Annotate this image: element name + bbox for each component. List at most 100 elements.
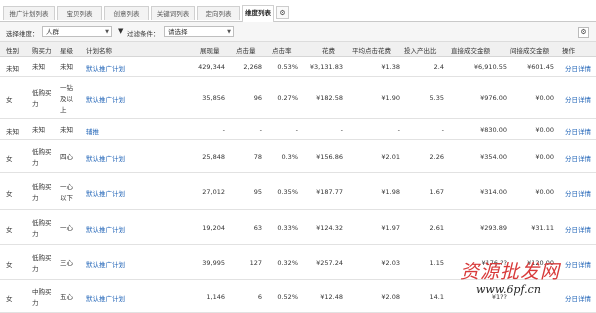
cell-plan[interactable]: 默认推广计划 — [86, 188, 125, 198]
cell-action[interactable]: 分日详情 — [565, 63, 591, 73]
table-row: 女 默认推广计划 19,204 63 0.33% ¥124.32 ¥1.97 2.61 ¥293… — [0, 210, 596, 245]
dimension-label: 选择维度： — [6, 30, 39, 38]
cell-impressions: 25,848 — [202, 152, 225, 161]
cell-indirect: ¥0.00 — [535, 187, 554, 196]
col-impressions[interactable]: 展现量 — [200, 45, 220, 55]
settings-gear-icon[interactable]: ⚙ — [578, 27, 589, 38]
col-ctr[interactable]: 点击率 — [272, 45, 292, 55]
cell-purchase: 力 — [32, 298, 39, 307]
filter-bar: 选择维度： 人群 ▼ ▼ 过滤条件： 请选择 ▼ ⚙ — [0, 22, 596, 42]
cell-plan[interactable]: 辅推 — [86, 126, 99, 136]
cell-roi: 1.67 — [429, 187, 444, 196]
cell-purchase: 低购买 — [32, 147, 52, 156]
cell-cost: ¥257.24 — [316, 258, 343, 267]
cell-clicks: 2,268 — [243, 62, 262, 71]
col-plan[interactable]: 计划名称 — [86, 45, 112, 55]
cell-plan[interactable]: 默认推广计划 — [86, 94, 125, 104]
cell-impressions: 1,146 — [206, 292, 225, 301]
chevron-down-icon: ▼ — [227, 29, 231, 35]
condition-select[interactable]: 请选择 ▼ — [164, 26, 234, 37]
cell-star: 未知 — [60, 126, 73, 134]
col-star[interactable]: 星级 — [60, 45, 73, 55]
cell-direct: ¥976.00 — [480, 94, 507, 102]
cell-action[interactable]: 分日详情 — [565, 153, 591, 163]
cell-cost: ¥3,131.83 — [309, 62, 343, 71]
table-header: 性别 购买力 星级 计划名称 展现量 点击量 点击率 花费 平均点击花费 投入产… — [0, 42, 596, 57]
col-indirect[interactable]: 间接成交金额 — [510, 45, 549, 55]
table-row: 女 默认推广计划 35,856 96 0.27% ¥182.58 ¥1.90 5.35 ¥976… — [0, 77, 596, 119]
col-cost[interactable]: 花费 — [322, 45, 335, 55]
cell-plan[interactable]: 默认推广计划 — [86, 153, 125, 163]
cell-cost: ¥182.58 — [316, 94, 343, 102]
cell-ctr: - — [295, 125, 298, 134]
cell-action[interactable]: 分日详情 — [565, 188, 591, 198]
col-roi[interactable]: 投入产出比 — [404, 45, 437, 55]
watermark-text: 资源批发网 — [460, 261, 561, 283]
cell-clicks: 78 — [253, 152, 262, 161]
cell-gender: 女 — [6, 294, 13, 303]
tab-targeting-list[interactable]: 定向列表 — [197, 6, 240, 20]
cell-purchase: 力 — [32, 229, 39, 238]
cell-star: 以下 — [60, 193, 73, 202]
cell-plan[interactable]: 默认推广计划 — [86, 224, 125, 234]
col-direct[interactable]: 直接成交金额 — [451, 45, 490, 55]
tab-dimension-list[interactable]: 维度列表 — [242, 5, 274, 22]
cell-action[interactable]: 分日详情 — [565, 293, 591, 303]
cell-action[interactable]: 分日详情 — [565, 94, 591, 104]
cell-action[interactable]: 分日详情 — [565, 126, 591, 136]
cell-star: 一心 — [60, 182, 73, 191]
cell-indirect: ¥0.00 — [535, 94, 554, 102]
cell-purchase: 低购买 — [32, 89, 52, 97]
gear-icon[interactable]: ⚙ — [276, 6, 289, 19]
col-cpc[interactable]: 平均点击花费 — [352, 45, 391, 55]
cell-roi: 1.15 — [429, 258, 444, 267]
col-purchase[interactable]: 购买力 — [32, 45, 52, 55]
cell-cost: ¥187.77 — [316, 187, 343, 196]
cell-cpc: ¥2.08 — [381, 292, 400, 301]
cell-plan[interactable]: 默认推广计划 — [86, 293, 125, 303]
tab-keyword-list[interactable]: 关键词列表 — [151, 6, 195, 20]
cell-purchase: 低购买 — [32, 253, 52, 262]
funnel-icon: ▼ — [118, 27, 124, 35]
cell-direct: ¥314.00 — [480, 187, 507, 196]
cell-star: 一钻 — [60, 83, 73, 92]
cell-purchase: 中购买 — [32, 287, 52, 296]
cell-purchase: 未知 — [32, 63, 45, 71]
col-gender[interactable]: 性别 — [6, 45, 19, 55]
tab-bar: 推广计划列表 宝贝列表 创意列表 关键词列表 定向列表 维度列表 ⚙ — [0, 0, 596, 22]
cell-indirect: ¥31.11 — [531, 223, 554, 232]
cell-impressions: 19,204 — [202, 223, 225, 232]
cell-star: 一心 — [60, 224, 73, 232]
cell-star: 五心 — [60, 293, 73, 301]
cell-roi: 2.61 — [429, 223, 444, 232]
cell-roi: 14.1 — [429, 292, 444, 301]
cell-cpc: ¥2.01 — [381, 152, 400, 161]
cell-direct: ¥830.00 — [480, 125, 507, 134]
cell-impressions: - — [222, 125, 225, 134]
cell-plan[interactable]: 默认推广计划 — [86, 63, 125, 73]
table-row: 未知 辅推 - - - - - - ¥830.00 ¥0.00 分日详情 未知 未知 — [0, 119, 596, 140]
cell-star: 未知 — [60, 63, 73, 71]
tab-creative-list[interactable]: 创意列表 — [104, 6, 149, 20]
cell-purchase: 低购买 — [32, 218, 52, 227]
cell-roi: 5.35 — [429, 94, 444, 102]
chevron-down-icon: ▼ — [105, 29, 109, 35]
cell-cpc: ¥2.03 — [381, 258, 400, 267]
cell-cpc: ¥1.90 — [381, 94, 400, 102]
cell-impressions: 27,012 — [202, 187, 225, 196]
watermark-url: www.6pf.cn — [476, 283, 541, 296]
cell-star: 三心 — [60, 259, 73, 267]
tab-item-list[interactable]: 宝贝列表 — [57, 6, 102, 20]
cell-ctr: 0.3% — [281, 152, 298, 161]
dimension-select[interactable]: 人群 ▼ — [42, 26, 112, 37]
tab-plan-list[interactable]: 推广计划列表 — [3, 6, 55, 20]
cell-action[interactable]: 分日详情 — [565, 224, 591, 234]
cell-cost: ¥124.32 — [316, 223, 343, 232]
cell-direct: ¥293.89 — [480, 223, 507, 232]
cell-plan[interactable]: 默认推广计划 — [86, 259, 125, 269]
cell-star: 及以 — [60, 94, 73, 103]
col-clicks[interactable]: 点击量 — [236, 45, 256, 55]
cell-action[interactable]: 分日详情 — [565, 259, 591, 269]
cell-star: 四心 — [60, 153, 73, 161]
cell-gender: 女 — [6, 189, 13, 198]
